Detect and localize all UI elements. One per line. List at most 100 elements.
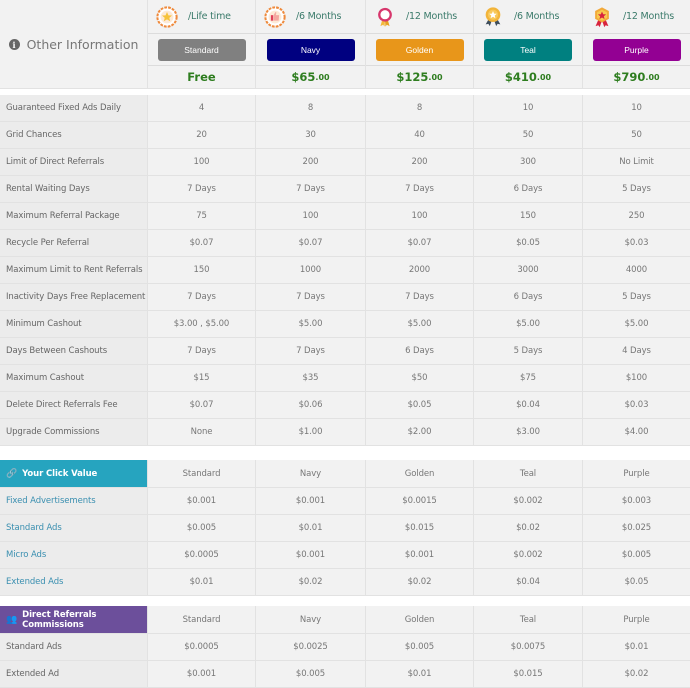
row-label: Recycle Per Referral <box>0 230 148 257</box>
column-header: Golden <box>366 606 474 634</box>
value-cell: 5 Days <box>583 284 690 311</box>
value-cell: 6 Days <box>474 176 583 203</box>
users-icon: 👥 <box>6 614 18 625</box>
table-row: Inactivity Days Free Replacement 7 Days 7 … <box>0 284 690 311</box>
thumbs-up-badge-icon <box>264 5 286 28</box>
value-cell: 200 <box>256 149 366 176</box>
value-cell: $0.005 <box>256 661 366 688</box>
value-cell: $0.0075 <box>474 634 583 661</box>
value-cell: 7 Days <box>256 284 366 311</box>
ribbon-medal-icon <box>378 7 392 27</box>
table-row: Standard Ads $0.0005 $0.0025 $0.005 $0.0075 $… <box>0 634 690 661</box>
value-cell: 150 <box>148 257 256 284</box>
plan-button-teal[interactable]: Teal <box>484 38 572 61</box>
row-label: Minimum Cashout <box>0 311 148 338</box>
row-label: Maximum Cashout <box>0 365 148 392</box>
table-row: Standard Ads $0.005 $0.01 $0.015 $0.02 $0.025 <box>0 515 690 542</box>
value-cell: $0.03 <box>583 392 690 419</box>
value-cell: $0.0005 <box>148 542 256 569</box>
value-cell: 30 <box>256 122 366 149</box>
column-header: Navy <box>256 460 366 488</box>
value-cell: $50 <box>366 365 474 392</box>
value-cell: $0.07 <box>256 230 366 257</box>
star-medal-icon <box>485 6 501 26</box>
plan-column-standard: /Life time Standard Free <box>148 0 256 89</box>
column-header: Teal <box>474 606 583 634</box>
value-cell: $0.05 <box>583 569 690 596</box>
row-label: Guaranteed Fixed Ads Daily <box>0 95 148 122</box>
row-label: Upgrade Commissions <box>0 419 148 446</box>
value-cell: $0.01 <box>583 634 690 661</box>
value-cell: 5 Days <box>583 176 690 203</box>
table-row: Micro Ads $0.0005 $0.001 $0.001 $0.002 $0.005 <box>0 542 690 569</box>
table-row: Guaranteed Fixed Ads Daily 4 8 8 10 10 <box>0 95 690 122</box>
table-row: Days Between Cashouts 7 Days 7 Days 6 Days 5… <box>0 338 690 365</box>
star-badge-icon <box>156 5 178 28</box>
plan-button-golden[interactable]: Golden <box>375 38 464 61</box>
value-cell: 7 Days <box>366 284 474 311</box>
click-value-header-row: 🔗 Your Click Value Standard Navy Golden … <box>0 460 690 488</box>
plan-column-navy: /6 Months Navy $65.00 <box>256 0 366 89</box>
value-cell: 200 <box>366 149 474 176</box>
value-cell: $0.001 <box>366 542 474 569</box>
value-cell: $0.015 <box>366 515 474 542</box>
value-cell: $0.002 <box>474 542 583 569</box>
row-label[interactable]: Fixed Advertisements <box>0 488 148 515</box>
table-row: Maximum Referral Package 75 100 100 150 250 <box>0 203 690 230</box>
table-row: Upgrade Commissions None $1.00 $2.00 $3.00 $4… <box>0 419 690 446</box>
value-cell: $100 <box>583 365 690 392</box>
value-cell: $0.06 <box>256 392 366 419</box>
table-row: Fixed Advertisements $0.001 $0.001 $0.0015 $… <box>0 488 690 515</box>
value-cell: 4 <box>148 95 256 122</box>
value-cell: $0.07 <box>148 230 256 257</box>
plan-button-purple[interactable]: Purple <box>592 38 681 61</box>
value-cell: $5.00 <box>366 311 474 338</box>
value-cell: 50 <box>583 122 690 149</box>
info-circle-icon: i <box>8 39 20 50</box>
value-cell: $0.01 <box>256 515 366 542</box>
plan-button-navy[interactable]: Navy <box>266 38 355 61</box>
table-row: Minimum Cashout $3.00 , $5.00 $5.00 $5.00 $5… <box>0 311 690 338</box>
plan-price: $410.00 <box>504 70 552 84</box>
value-cell: 7 Days <box>256 176 366 203</box>
value-cell: $0.003 <box>583 488 690 515</box>
value-cell: $0.005 <box>583 542 690 569</box>
row-label[interactable]: Extended Ads <box>0 569 148 596</box>
plan-button-standard[interactable]: Standard <box>157 38 246 61</box>
value-cell: $0.02 <box>474 515 583 542</box>
column-header: Standard <box>148 460 256 488</box>
value-cell: $15 <box>148 365 256 392</box>
value-cell: 20 <box>148 122 256 149</box>
value-cell: 3000 <box>474 257 583 284</box>
value-cell: 50 <box>474 122 583 149</box>
value-cell: No Limit <box>583 149 690 176</box>
plan-price: Free <box>187 70 216 84</box>
value-cell: $0.03 <box>583 230 690 257</box>
table-row: Extended Ads $0.01 $0.02 $0.02 $0.04 $0.05 <box>0 569 690 596</box>
column-header: Golden <box>366 460 474 488</box>
row-label[interactable]: Micro Ads <box>0 542 148 569</box>
value-cell: 100 <box>366 203 474 230</box>
value-cell: $0.005 <box>366 634 474 661</box>
other-information-title: i Other Information <box>0 0 148 89</box>
row-label: Days Between Cashouts <box>0 338 148 365</box>
value-cell: $75 <box>474 365 583 392</box>
value-cell: $0.04 <box>474 569 583 596</box>
value-cell: $0.02 <box>583 661 690 688</box>
value-cell: $35 <box>256 365 366 392</box>
column-header: Purple <box>583 460 690 488</box>
value-cell: 7 Days <box>148 284 256 311</box>
value-cell: 300 <box>474 149 583 176</box>
value-cell: 75 <box>148 203 256 230</box>
plan-period: /12 Months <box>623 11 675 22</box>
value-cell: 100 <box>148 149 256 176</box>
value-cell: $0.025 <box>583 515 690 542</box>
click-value-section-title: 🔗 Your Click Value <box>0 460 148 488</box>
value-cell: 7 Days <box>148 176 256 203</box>
value-cell: $0.0005 <box>148 634 256 661</box>
features-table: Guaranteed Fixed Ads Daily 4 8 8 10 10 Grid Ch… <box>0 95 690 446</box>
row-label[interactable]: Standard Ads <box>0 515 148 542</box>
referral-commissions-table: 👥 Direct Referrals Commissions Standard … <box>0 606 690 688</box>
value-cell: 150 <box>474 203 583 230</box>
value-cell: $0.002 <box>474 488 583 515</box>
